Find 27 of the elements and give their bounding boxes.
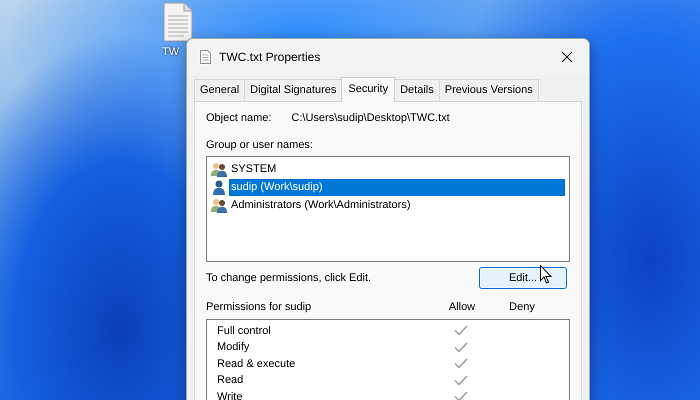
edit-button[interactable]: Edit... [479,267,567,289]
users-group-icon [211,162,228,176]
text-file-icon[interactable] [163,2,193,42]
permissions-label: Permissions for sudip [206,300,312,315]
object-name-label: Object name: [206,111,272,126]
permission-name: Read & execute [217,356,296,372]
mouse-pointer-icon [540,265,552,284]
document-icon [200,50,211,64]
user-icon [211,180,228,194]
user-list-item[interactable]: SYSTEM [229,160,565,178]
close-icon [561,50,573,63]
deny-header: Deny [508,300,536,315]
tab[interactable]: Previous Versions [438,78,539,101]
window-title: TWC.txt Properties [219,48,322,66]
permission-name: Modify [217,340,250,355]
object-path: C:\Users\sudip\Desktop\TWC.txt [291,111,450,126]
tab[interactable]: General [194,78,246,101]
permission-name: Full control [217,324,272,338]
users-label: Group or user names: [206,138,314,152]
tab[interactable]: Security [341,76,396,102]
change-hint: To change permissions, click Edit. [206,270,372,286]
permission-name: Write [217,390,244,400]
allow-header: Allow [448,300,476,315]
users-group-icon [211,198,228,212]
user-list-item[interactable]: sudip (Work\sudip) [229,178,565,196]
user-list-item[interactable]: Administrators (Work\Administrators) [229,196,565,214]
permission-name: Read [217,373,244,388]
